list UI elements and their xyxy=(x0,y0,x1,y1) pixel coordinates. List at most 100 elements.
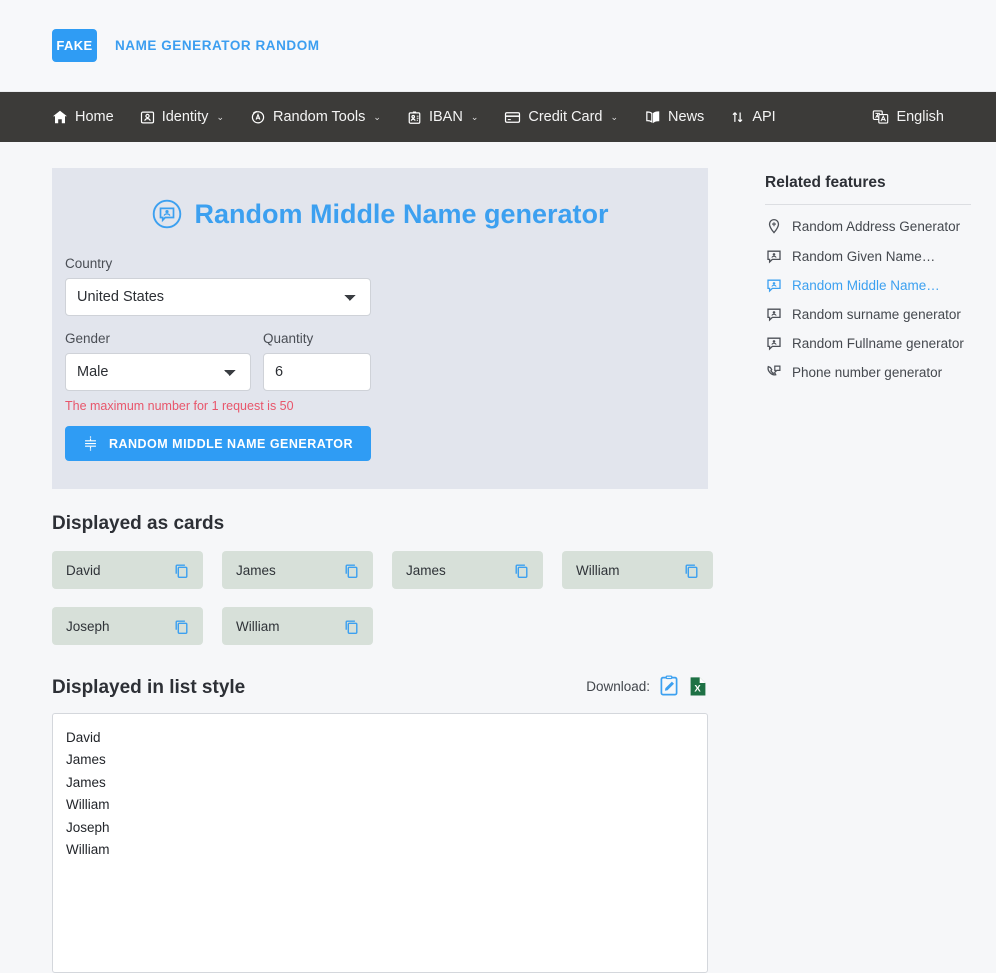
phone-message-icon xyxy=(765,364,782,380)
nav-item-home[interactable]: Home xyxy=(52,109,114,125)
download-txt-button[interactable] xyxy=(658,675,680,697)
nav-label: Random Tools xyxy=(272,109,366,125)
language-switcher[interactable]: English xyxy=(872,109,944,125)
contact-card-icon xyxy=(765,335,782,351)
language-label: English xyxy=(896,109,944,125)
quantity-label: Quantity xyxy=(263,331,314,346)
copy-icon[interactable] xyxy=(343,562,360,579)
brand-name[interactable]: NAME GENERATOR RANDOM xyxy=(115,38,320,53)
country-select[interactable]: United States xyxy=(65,278,371,316)
sidebar-item-label: Random Given Name… xyxy=(792,248,936,264)
news-book-icon xyxy=(644,109,661,125)
names-list-textarea[interactable]: David James James William Joseph William xyxy=(52,713,708,973)
name-card[interactable]: William xyxy=(222,607,373,645)
identity-card-icon xyxy=(140,110,155,125)
quantity-input[interactable] xyxy=(263,353,371,391)
gender-field-group: Gender Male xyxy=(65,331,251,391)
download-group: Download: X xyxy=(586,675,708,699)
translate-icon xyxy=(872,109,889,125)
main-content: Random Middle Name generator Country Uni… xyxy=(52,168,745,973)
country-field-group: Country United States xyxy=(65,256,371,316)
copy-icon[interactable] xyxy=(683,562,700,579)
page-title: Random Middle Name generator xyxy=(52,198,708,230)
name-card[interactable]: William xyxy=(562,551,713,589)
nav-label: News xyxy=(668,109,705,125)
copy-icon[interactable] xyxy=(173,562,190,579)
nav-item-random-tools[interactable]: Random Tools ⌄ xyxy=(250,109,381,125)
contact-card-icon xyxy=(765,306,782,322)
nav-item-credit-card[interactable]: Credit Card ⌄ xyxy=(504,109,618,126)
sidebar-title: Related features xyxy=(765,174,886,191)
up-down-arrows-icon xyxy=(730,109,745,125)
home-icon xyxy=(52,109,68,125)
chevron-down-icon: ⌄ xyxy=(373,111,381,122)
generate-button-label: RANDOM MIDDLE NAME GENERATOR xyxy=(108,436,354,451)
nav-item-iban[interactable]: IBAN ⌄ xyxy=(407,109,478,125)
page-body: Random Middle Name generator Country Uni… xyxy=(0,142,996,973)
sidebar-item-list: Random Address Generator Random Given Na… xyxy=(765,218,996,380)
credit-card-icon xyxy=(504,109,521,126)
name-card[interactable]: Joseph xyxy=(52,607,203,645)
sidebar-divider xyxy=(765,204,971,205)
gender-label: Gender xyxy=(65,331,111,346)
sidebar-item-label: Random Middle Name… xyxy=(792,277,940,293)
list-item: William xyxy=(66,797,110,813)
sidebar-item-label: Random Fullname generator xyxy=(792,335,964,351)
page-title-text: Random Middle Name generator xyxy=(194,198,609,229)
chevron-down-icon: ⌄ xyxy=(470,111,479,122)
nav-label: Credit Card xyxy=(528,109,603,125)
map-pin-plus-icon xyxy=(765,218,782,235)
sidebar-item-phone-number[interactable]: Phone number generator xyxy=(765,364,996,380)
main-navigation: Home Identity ⌄ Random Tools ⌄ IBAN ⌄ Cr… xyxy=(0,92,996,142)
sidebar-item-label: Random Address Generator xyxy=(792,219,961,234)
gender-select[interactable]: Male xyxy=(65,353,251,391)
sidebar-item-random-middle-name[interactable]: Random Middle Name… xyxy=(765,277,996,293)
sidebar-item-label: Random surname generator xyxy=(792,306,961,322)
chevron-down-icon: ⌄ xyxy=(216,111,224,122)
generator-panel: Random Middle Name generator Country Uni… xyxy=(52,168,708,489)
card-name: James xyxy=(236,562,276,578)
gender-quantity-row: Gender Male Quantity xyxy=(65,331,708,391)
download-excel-button[interactable]: X xyxy=(688,676,708,697)
chevron-down-icon: ⌄ xyxy=(610,111,619,122)
quantity-error-message: The maximum number for 1 request is 50 xyxy=(65,399,294,413)
card-name: William xyxy=(576,562,620,578)
copy-icon[interactable] xyxy=(513,562,530,579)
card-name: Joseph xyxy=(66,618,110,634)
sidebar-item-random-address[interactable]: Random Address Generator xyxy=(765,218,996,235)
contact-card-icon xyxy=(765,248,782,264)
nav-item-list: Home Identity ⌄ Random Tools ⌄ IBAN ⌄ Cr… xyxy=(52,109,872,126)
generate-button[interactable]: RANDOM MIDDLE NAME GENERATOR xyxy=(65,426,371,461)
list-item: William xyxy=(66,842,110,858)
nav-item-identity[interactable]: Identity ⌄ xyxy=(140,109,224,125)
card-name: David xyxy=(66,562,101,578)
id-badge-icon xyxy=(407,110,422,125)
nav-label: API xyxy=(752,109,776,125)
nav-item-api[interactable]: API xyxy=(730,109,776,125)
circled-a-icon xyxy=(250,109,266,125)
related-features-sidebar: Related features Random Address Generato… xyxy=(765,168,996,973)
contact-card-icon xyxy=(765,277,782,293)
name-card[interactable]: James xyxy=(392,551,543,589)
name-card[interactable]: David xyxy=(52,551,203,589)
sidebar-item-random-surname[interactable]: Random surname generator xyxy=(765,306,996,322)
generator-form: Country United States Gender Male Quanti… xyxy=(52,256,708,461)
name-card[interactable]: James xyxy=(222,551,373,589)
logo-badge[interactable]: FAKE xyxy=(52,29,97,62)
site-header: FAKE NAME GENERATOR RANDOM xyxy=(0,0,996,92)
download-label: Download: xyxy=(586,678,650,694)
copy-icon[interactable] xyxy=(173,618,190,635)
nav-label: Identity xyxy=(161,109,209,125)
list-item: James xyxy=(66,774,106,790)
sidebar-item-random-fullname[interactable]: Random Fullname generator xyxy=(765,335,996,351)
nav-item-news[interactable]: News xyxy=(644,109,704,125)
quantity-field-group: Quantity xyxy=(263,331,371,391)
list-item: James xyxy=(66,752,106,768)
nav-label: Home xyxy=(75,109,114,125)
sidebar-item-random-given-name[interactable]: Random Given Name… xyxy=(765,248,996,264)
card-name: James xyxy=(406,562,446,578)
sidebar-item-label: Phone number generator xyxy=(792,364,943,380)
copy-icon[interactable] xyxy=(343,618,360,635)
cards-container: David James James William Joseph William xyxy=(52,551,728,645)
list-section-header: Displayed in list style Download: X xyxy=(52,675,708,699)
